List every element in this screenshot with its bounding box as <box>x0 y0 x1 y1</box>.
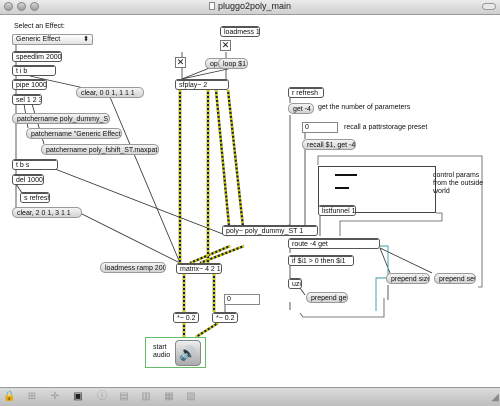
listfunnel-object[interactable]: listfunnel 1 <box>318 205 356 216</box>
clear-matrix-message-1[interactable]: clear, 0 0 1, 1 1 1 <box>76 87 144 98</box>
effect-menu-value: Generic Effect <box>16 36 61 43</box>
get-params-comment: get the number of parameters <box>318 104 411 111</box>
start-audio-comment: start audio <box>153 344 171 359</box>
resize-grip-icon[interactable]: ◢ <box>491 392 499 403</box>
speedlim-object[interactable]: speedlim 2000 <box>12 51 62 62</box>
multiply-left-object[interactable]: *~ 0.2 <box>173 312 199 323</box>
recall-message[interactable]: recall $1, get -4 <box>302 139 356 150</box>
uzi-object[interactable]: uzi <box>288 278 302 289</box>
inspector-icon[interactable]: ⓘ <box>96 391 108 403</box>
pipe-object[interactable]: pipe 1000 <box>12 79 47 90</box>
control-params-comment: control params from the outside world <box>433 172 484 195</box>
route-object[interactable]: route -4 get <box>288 238 380 249</box>
send-refresh-object[interactable]: s refresh <box>20 192 50 203</box>
slider-bar-1 <box>335 174 357 176</box>
number-box-gain[interactable]: 0 <box>224 294 260 305</box>
prepend-size-object[interactable]: prepend size <box>386 273 430 284</box>
multiply-right-object[interactable]: *~ 0.2 <box>212 312 238 323</box>
new-object-icon[interactable]: ⊞ <box>26 391 38 403</box>
recall-preset-comment: recall a pattrstorage preset <box>344 124 428 131</box>
poly-object[interactable]: poly~ poly_dummy_ST 1 <box>222 225 318 236</box>
prepend-get-object[interactable]: prepend get <box>306 292 348 303</box>
loadmess-1-object[interactable]: loadmess 1 <box>220 26 260 37</box>
comment-icon[interactable]: ▤ <box>118 391 130 403</box>
new-message-icon[interactable]: ✛ <box>49 391 61 403</box>
patcher-toolbar: 🔒 ⊞ ✛ ▣ ⓘ ▤ ▥ ▦ ▧ ◢ <box>0 387 500 406</box>
receive-refresh-object[interactable]: r refresh <box>288 87 324 98</box>
trigger-ib-object[interactable]: t i b <box>12 65 56 76</box>
patchername-dummy-message[interactable]: patchername poly_dummy_ST.maxpat <box>12 113 110 124</box>
panel-icon[interactable]: ▥ <box>140 391 152 403</box>
save-icon[interactable]: ▣ <box>72 391 84 403</box>
window-title: pluggo2poly_main <box>0 1 500 11</box>
clear-matrix-message-2[interactable]: clear, 2 0 1, 3 1 1 <box>12 207 82 218</box>
select-effect-label: Select an Effect: <box>14 23 65 30</box>
document-icon <box>208 2 215 10</box>
loop-toggle[interactable]: ✕ <box>220 40 231 51</box>
grid-icon[interactable]: ▦ <box>163 391 175 403</box>
speaker-icon[interactable]: 🔊 <box>175 340 201 366</box>
window-titlebar: pluggo2poly_main <box>0 0 500 15</box>
lock-icon[interactable]: 🔒 <box>3 391 15 403</box>
select-object[interactable]: sel 1 2 3 <box>12 94 42 105</box>
trigger-bs-object[interactable]: t b s <box>12 159 58 170</box>
patchername-fshift-message[interactable]: patchername poly_fshift_ST.maxpat <box>41 144 159 155</box>
window-title-text: pluggo2poly_main <box>217 1 292 11</box>
if-object[interactable]: if $i1 > 0 then $i1 <box>288 255 354 266</box>
delay-object[interactable]: del 1000 <box>12 174 44 185</box>
sfplay-toggle[interactable]: ✕ <box>175 57 186 68</box>
audio-panel: start audio 🔊 <box>145 337 206 368</box>
sfplay-object[interactable]: sfplay~ 2 <box>175 79 229 90</box>
slider-bar-2 <box>335 187 349 189</box>
number-box-preset[interactable]: 0 <box>302 122 338 133</box>
toolbar-toggle-button[interactable] <box>482 3 496 10</box>
loop-message[interactable]: loop $1 <box>218 58 248 69</box>
layout-icon[interactable]: ▧ <box>185 391 197 403</box>
loadmess-ramp-object[interactable]: loadmess ramp 2000 <box>100 262 166 273</box>
effect-menu[interactable]: Generic Effect ⬍ <box>12 34 93 45</box>
patchername-generic-message[interactable]: patchername "Generic Effect.maxpat" <box>26 128 122 139</box>
get-4-message[interactable]: get -4 <box>288 103 314 114</box>
patcher-canvas[interactable]: Select an Effect: Generic Effect ⬍ speed… <box>0 15 500 387</box>
prepend-set-object[interactable]: prepend set <box>434 273 476 284</box>
menu-arrows-icon: ⬍ <box>83 36 89 43</box>
matrix-object[interactable]: matrix~ 4 2 1. <box>176 263 222 274</box>
